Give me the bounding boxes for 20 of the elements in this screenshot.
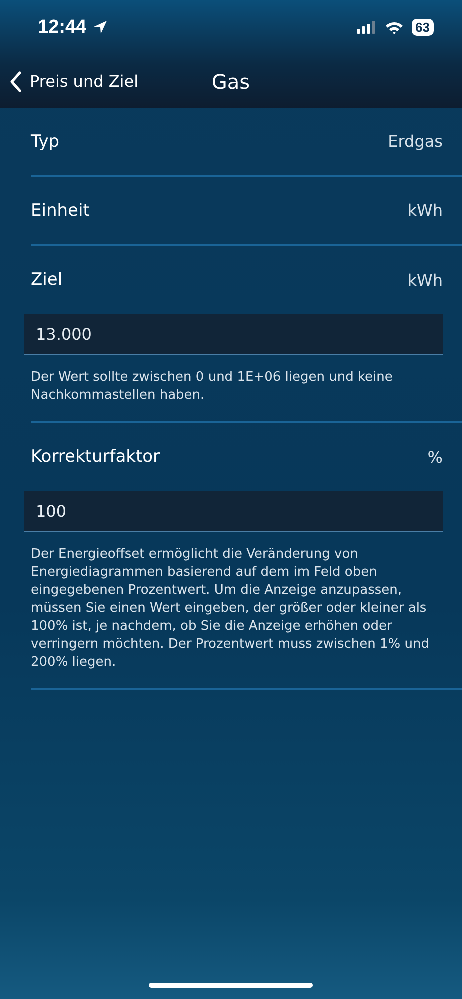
setting-value: Erdgas	[388, 132, 443, 151]
wifi-icon	[384, 20, 404, 34]
hint-text: Der Energieoffset ermöglicht die Veränderung von Energiediagrammen basierend auf dem im Feld oben eingegebenen Prozentwert. Um die Anzeige anzupassen, müssen Sie einen Wert eingeben, der größer oder kleiner als 100% ist, je nachdem, ob Sie die Anzeige erhöhen oder verringern möchten. Der Prozentwert muss zwischen 1% und 200% liegen.	[31, 546, 430, 672]
setting-label: Einheit	[31, 200, 90, 220]
battery-icon: 63	[412, 19, 434, 36]
setting-label: Korrekturfaktor	[31, 447, 160, 467]
page-title: Gas	[212, 70, 250, 94]
clock: 12:44	[38, 16, 87, 38]
signal-icon	[356, 21, 377, 34]
location-arrow-icon	[92, 20, 108, 35]
input-field[interactable]: 100	[24, 491, 443, 532]
back-button[interactable]: Preis und Ziel	[10, 70, 139, 92]
input-field[interactable]: 13.000	[24, 314, 443, 355]
unit-label: %	[428, 448, 443, 466]
setting-value: kWh	[408, 201, 443, 220]
unit-label: kWh	[408, 270, 443, 290]
setting-label: Typ	[31, 132, 60, 152]
hint-text: Der Wert sollte zwischen 0 und 1E+06 liegen und keine Nachkommastellen haben.	[31, 369, 394, 405]
chevron-left-icon	[10, 70, 22, 92]
setting-label: Ziel	[31, 270, 63, 290]
